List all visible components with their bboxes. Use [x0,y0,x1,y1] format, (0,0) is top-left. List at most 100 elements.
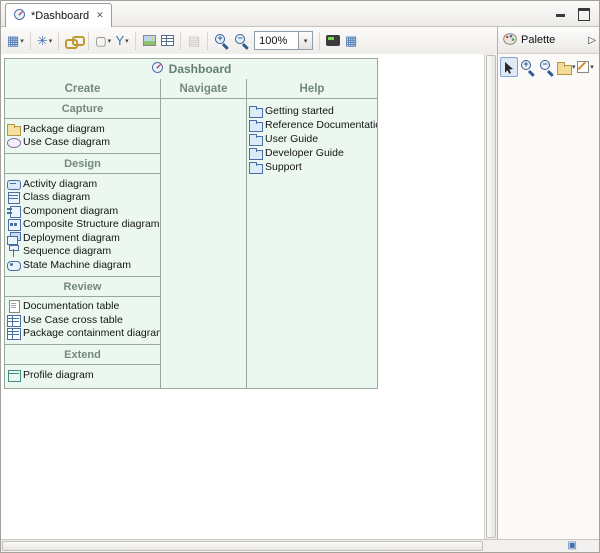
zoom-out-icon: − [234,33,250,49]
new-diagram-icon: ▦ [7,34,19,47]
state-machine-diagram-icon [7,259,20,271]
create-item-use-case-cross-table[interactable]: Use Case cross table [5,313,160,327]
package-diagram-icon [7,123,20,135]
link-icon [65,35,82,47]
zoom-in-icon: + [214,33,230,49]
grid-view-button[interactable]: ▦ [342,30,360,52]
create-item-package-containment-diagram[interactable]: Package containment diagram [5,327,160,341]
help-item-getting-started[interactable]: Getting started [247,104,377,118]
palette-zoom-in-button[interactable]: + [519,57,537,77]
cursor-icon [503,61,515,74]
zoom-level-input[interactable] [254,31,298,50]
palette-folder-button[interactable]: ▾ [557,57,576,77]
dropdown-icon: ▾ [49,37,53,45]
help-item-user-guide[interactable]: User Guide [247,132,377,146]
folder-icon [557,62,571,73]
toolbar-separator [58,32,59,50]
help-item-support[interactable]: Support [247,160,377,174]
shape-tool-button[interactable]: ▢ ▾ [93,30,113,52]
create-item-activity-diagram[interactable]: Activity diagram [5,177,160,191]
select-tool-button[interactable] [500,57,518,77]
help-column: Help Getting started Reference Documenta… [247,79,377,388]
palette-note-button[interactable]: ▾ [577,57,595,77]
dropdown-icon: ▾ [108,37,112,45]
documentation-table-icon [7,300,20,312]
zoom-in-button[interactable]: + [212,30,232,52]
dropdown-icon: ▾ [590,63,594,71]
vertical-scrollbar[interactable] [484,54,497,539]
deployment-diagram-icon [7,232,20,244]
create-item-sequence-diagram[interactable]: Sequence diagram [5,245,160,259]
create-item-deployment-diagram[interactable]: Deployment diagram [5,231,160,245]
zoom-level-combo: ▾ [254,31,313,50]
horizontal-scrollbar[interactable] [1,540,484,552]
minimize-button[interactable] [556,7,566,19]
tab-dashboard[interactable]: *Dashboard ✕ [5,3,112,27]
create-item-use-case-diagram[interactable]: Use Case diagram [5,136,160,150]
create-item-profile-diagram[interactable]: Profile diagram [5,368,160,382]
component-diagram-icon [7,205,20,217]
status-icon[interactable]: ▣ [568,540,577,552]
tab-title: *Dashboard [31,10,89,22]
toolbar-separator [207,32,208,50]
navigate-header: Navigate [161,79,246,99]
palette-icon [503,33,517,48]
paste-button[interactable]: ▤ [185,30,203,52]
help-item-reference-documentation[interactable]: Reference Documentation [247,118,377,132]
palette-expand-icon[interactable]: ▷ [588,35,596,46]
clipboard-icon: ▤ [188,34,200,47]
create-item-composite-structure-diagram[interactable]: Composite Structure diagram [5,218,160,232]
main-toolbar: ▦ ▾ ✳ ▾ ▢ ▾ Y ▾ ▤ [1,27,497,54]
palette-header[interactable]: Palette ▷ [498,27,600,54]
create-item-component-diagram[interactable]: Component diagram [5,204,160,218]
create-item-package-diagram[interactable]: Package diagram [5,122,160,136]
navigate-column: Navigate [161,79,247,388]
new-diagram-button[interactable]: ▦ ▾ [5,30,26,52]
console-button[interactable] [324,30,342,52]
creation-wizard-button[interactable]: ✳ ▾ [35,30,54,52]
help-folder-icon [249,133,262,145]
sequence-diagram-icon [7,245,20,257]
palette-tools: + − ▾ ▾ [498,54,600,80]
diagram-canvas[interactable]: Dashboard Create Capture Package diagram [1,54,484,539]
dropdown-icon: ▾ [20,37,24,45]
design-items: Activity diagram Class diagram Component… [5,174,160,277]
tab-close-icon[interactable]: ✕ [96,10,104,21]
table-icon [161,35,174,46]
fork-tool-button[interactable]: Y ▾ [113,30,131,52]
zoom-dropdown-button[interactable]: ▾ [298,31,313,50]
dashboard-columns: Create Capture Package diagram Use Case … [5,79,377,388]
help-folder-icon [249,161,262,173]
vertical-scrollbar-thumb[interactable] [486,55,496,538]
dashboard-title-text: Dashboard [169,62,232,76]
toolbar-separator [88,32,89,50]
palette-zoom-out-button[interactable]: − [538,57,556,77]
create-item-state-machine-diagram[interactable]: State Machine diagram [5,258,160,272]
zoom-out-button[interactable]: − [232,30,252,52]
create-header: Create [5,79,160,99]
help-items: Getting started Reference Documentation … [247,99,377,178]
toolbar-separator [319,32,320,50]
composite-structure-diagram-icon [7,218,20,230]
maximize-button[interactable] [578,7,589,19]
table-view-button[interactable] [158,30,176,52]
note-icon [577,61,589,73]
help-folder-icon [249,119,262,131]
link-editor-button[interactable] [63,30,84,52]
help-header: Help [247,79,377,99]
palette-panel: Palette ▷ + − ▾ ▾ [497,27,600,539]
zoom-in-icon: + [520,59,536,75]
package-containment-diagram-icon [7,327,20,339]
help-item-developer-guide[interactable]: Developer Guide [247,146,377,160]
create-item-documentation-table[interactable]: Documentation table [5,300,160,314]
palette-title: Palette [521,34,584,46]
create-item-class-diagram[interactable]: Class diagram [5,191,160,205]
extend-section-header: Extend [5,345,160,365]
horizontal-scrollbar-thumb[interactable] [2,541,483,551]
image-export-button[interactable] [140,30,158,52]
zoom-out-icon: − [539,59,555,75]
grid-icon: ▦ [345,34,357,47]
dropdown-icon: ▾ [572,63,576,71]
editor-tab-bar: *Dashboard ✕ [1,1,599,27]
fork-icon: Y [116,34,125,47]
